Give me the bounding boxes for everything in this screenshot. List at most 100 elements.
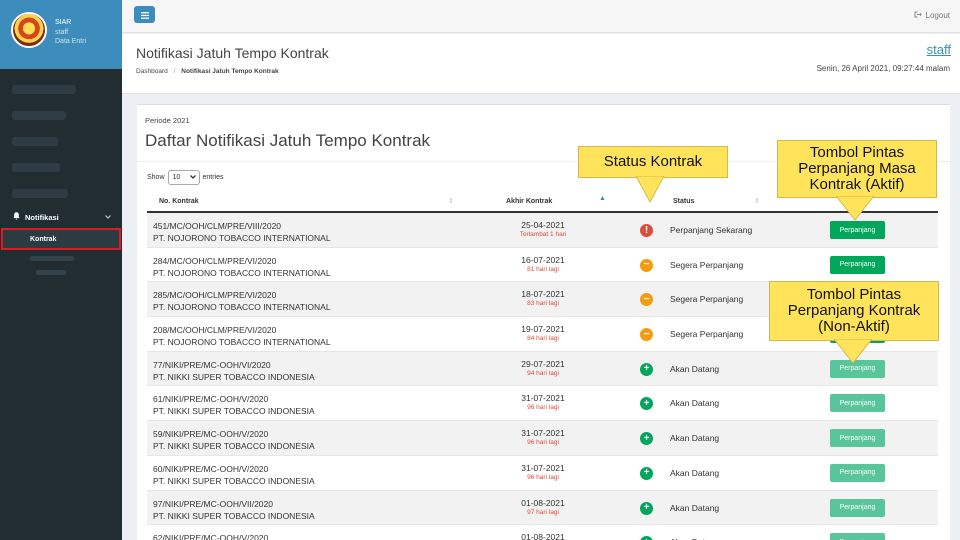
- sidebar-item-label: Notifikasi: [25, 212, 59, 222]
- breadcrumb-home-link[interactable]: Dashboard: [136, 68, 168, 75]
- user-status: Data Entri: [55, 38, 87, 45]
- content-header: Notifikasi Jatuh Tempo Kontrak Dashboard…: [122, 34, 960, 94]
- top-navbar: Logout: [122, 0, 960, 33]
- end-date: 16-07-2021: [521, 254, 565, 265]
- contract-cell: 97/NIKI/PRE/MC-OOH/VII/2020 PT. NIKKI SUP…: [153, 498, 315, 522]
- user-link[interactable]: staff: [927, 42, 951, 57]
- end-date-cell: 29-07-2021 94 hari lagi: [493, 359, 593, 377]
- company-name: PT. NIKKI SUPER TOBACCO INDONESIA: [153, 406, 315, 417]
- end-date-cell: 16-07-2021 81 hari lagi: [493, 255, 593, 273]
- entries-length-control: Show 10 entries: [147, 170, 224, 185]
- perpanjang-button[interactable]: Perpanjang: [830, 394, 885, 413]
- minus-icon: −: [640, 328, 653, 342]
- table-row: 77/NIKI/PRE/MC-OOH/VI/2020 PT. NIKKI SUPE…: [147, 351, 938, 387]
- exclamation-icon: !: [640, 224, 653, 237]
- status-text: Perpanjang Sekarang: [670, 225, 753, 235]
- contract-number: 77/NIKI/PRE/MC-OOH/VI/2020: [153, 359, 271, 370]
- user-panel: SIAR staff Data Entri: [0, 0, 122, 69]
- days-remaining: 97 hari lagi: [527, 508, 559, 516]
- sidebar-item-blurred[interactable]: [12, 137, 58, 146]
- contract-cell: 60/NIKI/PRE/MC-OOH/V/2020 PT. NIKKI SUPER…: [153, 463, 315, 487]
- end-date: 18-07-2021: [521, 289, 565, 300]
- perpanjang-button[interactable]: Perpanjang: [830, 221, 885, 239]
- company-name: PT. NOJORONO TOBACCO INTERNATIONAL: [153, 233, 331, 243]
- chevron-down-icon: [189, 174, 196, 181]
- company-name: PT. NIKKI SUPER TOBACCO INDONESIA: [153, 510, 315, 521]
- contract-number: 285/MC/OOH/CLM/PRE/VI/2020: [153, 290, 277, 301]
- company-name: PT. NOJORONO TOBACCO INTERNATIONAL: [153, 267, 331, 278]
- sidebar-item-blurred[interactable]: [12, 163, 60, 172]
- callout-arrow-icon: [836, 196, 875, 221]
- sidebar-item-notifikasi[interactable]: Notifikasi: [0, 208, 122, 226]
- contract-cell: 208/MC/OOH/CLM/PRE/VI/2020 PT. NOJORONO T…: [153, 324, 331, 348]
- contract-number: 208/MC/OOH/CLM/PRE/VI/2020: [153, 325, 277, 336]
- contract-cell: 59/NIKI/PRE/MC-OOH/V/2020 PT. NIKKI SUPER…: [153, 428, 315, 452]
- sort-icon[interactable]: ⇕: [448, 197, 454, 205]
- status-text: Akan Datang: [670, 433, 720, 444]
- show-label: Show: [147, 174, 165, 181]
- contract-number: 61/NIKI/PRE/MC-OOH/V/2020: [153, 394, 269, 405]
- days-remaining: 94 hari lagi: [527, 369, 559, 377]
- sidebar-item-blurred[interactable]: [12, 111, 66, 120]
- company-name: PT. NIKKI SUPER TOBACCO INDONESIA: [153, 441, 315, 452]
- sidebar-item-kontrak[interactable]: Kontrak: [1, 228, 121, 250]
- contract-number: 451/MC/OOH/CLM/PRE/VIII/2020: [153, 221, 282, 231]
- end-date-cell: 01-08-202197 hari lagi: [493, 498, 593, 516]
- column-header-akhir-kontrak[interactable]: Akhir Kontrak: [506, 198, 552, 205]
- days-remaining: 81 hari lagi: [527, 265, 559, 273]
- end-date-cell: 31-07-2021 96 hari lagi: [493, 428, 593, 446]
- column-header-no-kontrak[interactable]: No. Kontrak: [159, 198, 199, 205]
- days-remaining: 96 hari lagi: [527, 404, 559, 412]
- end-date-cell: 19-07-2021 84 hari lagi: [493, 324, 593, 342]
- sidebar-toggle-button[interactable]: [134, 6, 155, 23]
- end-date: 19-07-2021: [521, 324, 565, 335]
- column-header-status[interactable]: Status: [673, 198, 694, 205]
- end-date: 31-07-2021: [521, 462, 565, 473]
- logout-button[interactable]: Logout: [914, 11, 950, 20]
- company-name: PT. NOJORONO TOBACCO INTERNATIONAL: [153, 337, 331, 348]
- end-date: 31-07-2021: [521, 428, 565, 439]
- plus-icon: +: [640, 536, 653, 540]
- sidebar: SIAR staff Data Entri Notifikasi Kontrak: [0, 0, 122, 540]
- table-row: 61/NIKI/PRE/MC-OOH/V/2020 PT. NIKKI SUPER…: [147, 386, 938, 422]
- company-name: PT. NOJORONO TOBACCO INTERNATIONAL: [153, 302, 331, 313]
- sidebar-item-blurred[interactable]: [12, 85, 76, 94]
- status-text: Akan Datang: [670, 467, 720, 478]
- app-name: SIAR: [55, 19, 72, 26]
- entries-select[interactable]: 10: [167, 170, 200, 185]
- sort-icon[interactable]: ⇕: [754, 197, 760, 205]
- perpanjang-button[interactable]: Perpanjang: [830, 463, 885, 482]
- perpanjang-button[interactable]: Perpanjang: [830, 255, 885, 274]
- sidebar-subitem-blurred[interactable]: [30, 256, 74, 261]
- contract-number: 97/NIKI/PRE/MC-OOH/VII/2020: [153, 498, 273, 509]
- status-text: Segera Perpanjang: [670, 259, 744, 270]
- callout-status-kontrak: Status Kontrak: [578, 146, 728, 178]
- breadcrumb-current: Notifikasi Jatuh Tempo Kontrak: [181, 68, 279, 75]
- minus-icon: −: [640, 258, 653, 272]
- table-row: 284/MC/OOH/CLM/PRE/VI/2020 PT. NOJORONO T…: [147, 248, 938, 283]
- contract-cell: 61/NIKI/PRE/MC-OOH/V/2020 PT. NIKKI SUPER…: [153, 393, 315, 417]
- breadcrumb-separator: /: [173, 68, 176, 75]
- status-text: Akan Datang: [670, 502, 720, 513]
- sort-asc-icon[interactable]: ▲: [599, 195, 606, 202]
- sidebar-subitem-blurred[interactable]: [36, 270, 66, 275]
- avatar: [11, 12, 47, 48]
- table-row: 62/NIKI/PRE/MC-OOH/V/2020PT. NIKKI SUPER…: [147, 525, 938, 540]
- perpanjang-button[interactable]: Perpanjang: [830, 498, 885, 517]
- table-row: 60/NIKI/PRE/MC-OOH/V/2020 PT. NIKKI SUPER…: [147, 456, 938, 491]
- perpanjang-button[interactable]: Perpanjang: [830, 429, 885, 448]
- perpanjang-button[interactable]: Perpanjang: [830, 533, 885, 540]
- table-row: 97/NIKI/PRE/MC-OOH/VII/2020 PT. NIKKI SUP…: [147, 490, 938, 526]
- contract-cell: 284/MC/OOH/CLM/PRE/VI/2020 PT. NOJORONO T…: [153, 255, 331, 279]
- chevron-down-icon: [105, 214, 111, 221]
- status-text: Akan Datang: [670, 398, 720, 409]
- sidebar-item-blurred[interactable]: [12, 189, 68, 198]
- table-row: 59/NIKI/PRE/MC-OOH/V/2020 PT. NIKKI SUPER…: [147, 421, 938, 456]
- company-name: PT. NIKKI SUPER TOBACCO INDONESIA: [153, 371, 315, 382]
- end-date-cell: 01-08-202197 hari lagi: [493, 532, 593, 540]
- status-text: Segera Perpanjang: [670, 329, 744, 340]
- end-date: 31-07-2021: [521, 393, 565, 404]
- callout-text: Status Kontrak: [603, 153, 703, 170]
- callout-arrow-icon: [636, 176, 665, 204]
- contract-number: 60/NIKI/PRE/MC-OOH/V/2020: [153, 463, 269, 474]
